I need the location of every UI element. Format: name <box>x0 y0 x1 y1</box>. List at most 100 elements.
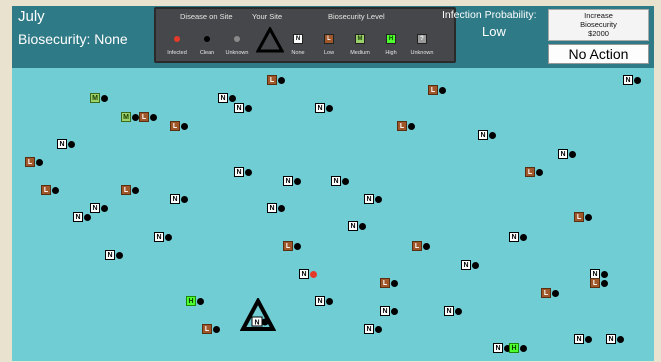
site-status-dot <box>472 261 479 269</box>
unknown-dot-icon <box>234 36 240 42</box>
your-site-marker: N <box>239 296 277 337</box>
site-status-dot <box>617 335 624 343</box>
level-medium-icon: M <box>355 34 365 44</box>
site-status-dot <box>181 195 188 203</box>
site-status-dot <box>326 297 333 305</box>
site-status-dot <box>132 186 139 194</box>
site-status-dot <box>569 150 576 158</box>
site-marker: N <box>283 176 301 186</box>
biosecurity-status: Biosecurity: None <box>18 31 128 47</box>
site-status-dot <box>165 233 172 241</box>
site-marker: L <box>397 121 415 131</box>
site-status-dot <box>585 213 592 221</box>
site-marker: N <box>478 130 496 140</box>
site-marker: N <box>234 167 252 177</box>
site-level-tag: N <box>315 296 325 306</box>
site-level-tag: N <box>444 306 454 316</box>
site-marker: N <box>380 306 398 316</box>
site-status-dot <box>150 113 157 121</box>
site-status-dot <box>294 242 301 250</box>
legend-disease-heading: Disease on Site <box>180 12 233 21</box>
legend-high-label: High <box>385 50 397 56</box>
site-level-tag: L <box>590 278 600 288</box>
site-level-tag: N <box>105 250 115 260</box>
site-level-tag: L <box>428 85 438 95</box>
site-marker: N <box>154 232 172 242</box>
site-status-dot <box>391 307 398 315</box>
increase-button-line1: Increase <box>584 11 613 20</box>
increase-biosecurity-button[interactable]: Increase Biosecurity $2000 <box>548 9 649 41</box>
level-low-icon: L <box>324 34 334 44</box>
legend-your-site-heading: Your Site <box>252 12 283 21</box>
site-level-tag: M <box>121 112 131 122</box>
site-marker: L <box>283 241 301 251</box>
site-level-tag: L <box>525 167 535 177</box>
site-marker: H <box>509 343 527 353</box>
site-level-tag: N <box>154 232 164 242</box>
site-marker: L <box>574 212 592 222</box>
site-level-tag: N <box>267 203 277 213</box>
site-marker: L <box>412 241 430 251</box>
site-marker: L <box>525 167 543 177</box>
site-level-tag: L <box>380 278 390 288</box>
your-site-status-dot <box>261 318 269 326</box>
site-level-tag: L <box>25 157 35 167</box>
legend-clean-label: Clean <box>199 50 215 56</box>
site-level-tag: H <box>509 343 519 353</box>
month-label: July <box>18 8 45 25</box>
site-status-dot <box>245 104 252 112</box>
site-marker: L <box>41 185 59 195</box>
site-status-dot <box>359 222 366 230</box>
site-marker: N <box>57 139 75 149</box>
site-marker: N <box>574 334 592 344</box>
site-marker: N <box>90 203 108 213</box>
site-level-tag: N <box>478 130 488 140</box>
your-site-level-tag: N <box>254 320 259 327</box>
site-status-dot <box>84 213 91 221</box>
site-status-dot <box>408 122 415 130</box>
site-level-tag: N <box>364 324 374 334</box>
site-marker: L <box>121 185 139 195</box>
site-status-dot <box>132 113 139 121</box>
site-level-tag: N <box>380 306 390 316</box>
site-status-dot <box>601 270 608 278</box>
site-level-tag: N <box>493 343 503 353</box>
site-level-tag: N <box>299 269 309 279</box>
site-level-tag: L <box>202 324 212 334</box>
site-status-dot <box>101 94 108 102</box>
site-marker: L <box>25 157 43 167</box>
site-level-tag: N <box>234 103 244 113</box>
infection-probability-label: Infection Probability: <box>442 9 537 21</box>
site-level-tag: N <box>234 167 244 177</box>
site-level-tag: N <box>509 232 519 242</box>
site-marker: N <box>218 93 236 103</box>
site-status-dot <box>375 195 382 203</box>
site-level-tag: N <box>73 212 83 222</box>
site-status-dot <box>536 168 543 176</box>
increase-button-cost: $2000 <box>588 29 609 38</box>
site-level-tag: L <box>139 112 149 122</box>
site-status-dot <box>116 251 123 259</box>
site-marker: N <box>105 250 123 260</box>
site-level-tag: N <box>364 194 374 204</box>
site-status-dot <box>245 168 252 176</box>
level-unknown-icon: ? <box>417 34 427 44</box>
site-status-dot <box>36 158 43 166</box>
site-level-tag: N <box>218 93 228 103</box>
infected-dot-icon <box>174 36 180 42</box>
site-status-dot <box>634 76 641 84</box>
legend-low-label: Low <box>323 50 335 56</box>
site-level-tag: N <box>315 103 325 113</box>
site-level-tag: L <box>41 185 51 195</box>
site-level-tag: L <box>397 121 407 131</box>
site-status-dot <box>552 289 559 297</box>
site-status-dot <box>278 76 285 84</box>
no-action-button[interactable]: No Action <box>548 44 649 64</box>
site-marker: H <box>186 296 204 306</box>
site-level-tag: N <box>558 149 568 159</box>
site-marker: N <box>170 194 188 204</box>
legend-unknown-level-label: Unknown <box>410 50 434 56</box>
increase-button-line2: Biosecurity <box>580 20 617 29</box>
site-status-dot <box>213 325 220 333</box>
site-level-tag: N <box>461 260 471 270</box>
